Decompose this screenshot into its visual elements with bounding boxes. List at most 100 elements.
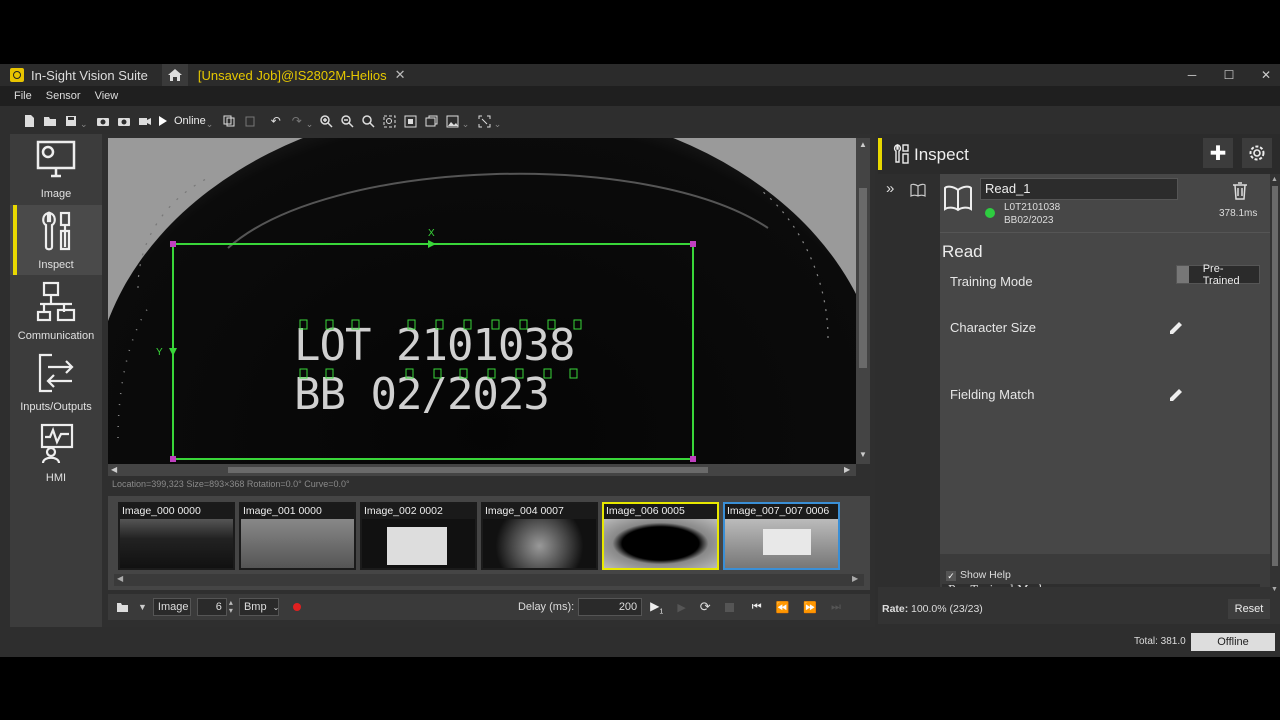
filmstrip-thumbnail-selected[interactable]: Image_006 0005 xyxy=(602,502,719,570)
menu-sensor[interactable]: Sensor xyxy=(46,90,81,102)
thumbnail-label: Image_002 0002 xyxy=(362,504,475,519)
snapshot-icon[interactable] xyxy=(94,112,112,130)
tools-icon xyxy=(893,144,909,164)
tool-name-input[interactable]: Read_1 xyxy=(980,178,1178,200)
viewer-vertical-scrollbar[interactable]: ▲ ▼ xyxy=(856,138,870,464)
close-window-button[interactable]: ✕ xyxy=(1248,64,1280,86)
roi-handle[interactable] xyxy=(690,241,696,247)
image-index-field[interactable]: 6 xyxy=(196,598,227,616)
nav-inspect[interactable]: Inspect xyxy=(10,205,102,275)
menu-view[interactable]: View xyxy=(95,90,119,102)
save-job-icon[interactable] xyxy=(62,112,80,130)
nav-inputs-outputs-label: Inputs/Outputs xyxy=(20,401,92,413)
nav-inputs-outputs[interactable]: Inputs/Outputs xyxy=(10,347,102,417)
thumbnail-label: Image_006 0005 xyxy=(604,504,717,519)
filmstrip-scrollbar[interactable]: ◀ ▶ xyxy=(114,574,864,586)
status-ok-icon xyxy=(985,208,995,218)
show-help-checkbox[interactable]: ✓ xyxy=(946,571,956,581)
nav-communication-label: Communication xyxy=(17,330,95,342)
stop-icon[interactable] xyxy=(724,602,734,612)
app-title: In-Sight Vision Suite xyxy=(31,67,148,83)
toolbar-overflow-icon[interactable]: ⌄ xyxy=(206,112,214,130)
filmstrip-thumbnail[interactable]: Image_000 0000 xyxy=(118,502,235,570)
index-stepper-icon[interactable]: ▴ ▾ xyxy=(229,599,233,615)
zoom-fit-icon[interactable] xyxy=(381,112,399,130)
image-viewer[interactable]: X Y LOT 2101038 BB 02/2023 xyxy=(108,138,856,464)
toolbar-overflow-icon[interactable]: ⌄ xyxy=(462,112,470,130)
play-once-icon[interactable]: ▶1 xyxy=(650,599,663,615)
loop-icon[interactable]: ⟳ xyxy=(700,599,711,615)
training-mode-label: Training Mode xyxy=(950,274,1033,289)
image-source-field[interactable]: Image xyxy=(152,598,191,616)
open-job-icon[interactable] xyxy=(41,112,59,130)
new-job-icon[interactable] xyxy=(20,112,38,130)
zoom-out-icon[interactable] xyxy=(339,112,357,130)
book-icon[interactable] xyxy=(910,183,926,197)
format-select[interactable]: Bmp ⌄ xyxy=(238,598,279,616)
toolbar-overflow-icon[interactable]: ⌄ xyxy=(80,112,88,130)
execution-time: 378.1ms xyxy=(1219,208,1258,219)
select-region-icon[interactable] xyxy=(476,112,494,130)
close-tab-icon[interactable]: ✕ xyxy=(395,67,406,83)
trash-icon[interactable] xyxy=(1232,182,1248,200)
section-title-read: Read xyxy=(942,242,983,261)
redo-icon[interactable]: ↷ xyxy=(288,112,306,130)
gear-icon xyxy=(1249,145,1265,161)
app-window: In-Sight Vision Suite [Unsaved Job]@IS28… xyxy=(0,64,1280,657)
minimize-button[interactable]: ─ xyxy=(1174,64,1210,86)
roi-x-axis-label: X xyxy=(428,228,435,239)
fast-forward-icon[interactable]: ⏩ xyxy=(803,601,817,614)
nav-image[interactable]: Image xyxy=(10,134,102,204)
image-mode-icon[interactable] xyxy=(423,112,441,130)
viewer-horizontal-scrollbar[interactable]: ◀ ▶ xyxy=(108,464,856,476)
video-camera-icon[interactable] xyxy=(136,112,154,130)
settings-button[interactable] xyxy=(1242,138,1272,168)
delay-input[interactable]: 200 xyxy=(578,598,643,616)
result-line-2: BB02/2023 xyxy=(1004,215,1054,226)
rewind-icon[interactable]: ⏪ xyxy=(776,601,790,614)
image-workspace: X Y LOT 2101038 BB 02/2023 ▲ ▼ ◀ ▶ Locat… xyxy=(102,134,875,627)
skip-first-icon[interactable]: ⏮ xyxy=(752,601,762,614)
edit-pencil-icon[interactable] xyxy=(1168,320,1184,336)
fit-window-icon[interactable] xyxy=(402,112,420,130)
toolbar-overflow-icon[interactable]: ⌄ xyxy=(306,112,314,130)
play-icon[interactable]: ▶ xyxy=(677,601,685,614)
training-mode-toggle[interactable]: Pre-Trained xyxy=(1176,263,1260,287)
skip-last-icon[interactable]: ⏭ xyxy=(831,601,841,614)
filmstrip-thumbnail[interactable]: Image_002 0002 xyxy=(360,502,477,570)
add-tool-button[interactable]: ✚ xyxy=(1203,138,1233,168)
nav-communication[interactable]: Communication xyxy=(10,276,102,346)
zoom-reset-icon[interactable] xyxy=(360,112,378,130)
reset-button[interactable]: Reset xyxy=(1228,599,1270,619)
inspect-sidebar: » xyxy=(878,174,940,624)
paste-icon[interactable] xyxy=(241,112,259,130)
nav-hmi[interactable]: HMI xyxy=(10,418,102,488)
record-icon[interactable] xyxy=(292,603,301,611)
maximize-button[interactable]: ☐ xyxy=(1211,64,1247,86)
folder-icon[interactable] xyxy=(116,602,130,613)
undo-icon[interactable]: ↶ xyxy=(267,112,285,130)
trigger-camera-icon[interactable] xyxy=(115,112,133,130)
roi-handle[interactable] xyxy=(690,456,696,462)
filmstrip-thumbnail[interactable]: Image_001 0000 xyxy=(239,502,356,570)
inspect-scrollbar[interactable]: ▲ ▼ xyxy=(1270,174,1280,624)
home-button[interactable] xyxy=(161,64,188,86)
inspect-title: Inspect xyxy=(914,145,969,164)
edit-pencil-icon[interactable] xyxy=(1168,387,1184,403)
roi-handle[interactable] xyxy=(170,456,176,462)
image-icon[interactable] xyxy=(444,112,462,130)
roi-handle[interactable] xyxy=(170,241,176,247)
total-time: Total: 381.0 xyxy=(1134,636,1186,647)
zoom-in-icon[interactable] xyxy=(318,112,336,130)
menu-file[interactable]: File xyxy=(14,90,32,102)
filmstrip-thumbnail-current[interactable]: Image_007_007 0006 xyxy=(723,502,840,570)
filmstrip-thumbnail[interactable]: Image_004 0007 xyxy=(481,502,598,570)
expand-icon[interactable]: » xyxy=(886,180,894,197)
playback-controls: ▼ Image 6 ▴ ▾ Bmp ⌄ Delay (ms): 200 ▶1 ▶ ⟳… xyxy=(108,594,870,620)
toolbar-overflow-icon[interactable]: ⌄ xyxy=(494,112,502,130)
read-tool-book-icon xyxy=(944,185,972,212)
online-button[interactable]: Online xyxy=(158,115,206,127)
copy-icon[interactable] xyxy=(220,112,238,130)
job-tab[interactable]: [Unsaved Job]@IS2802M-Helios xyxy=(198,68,387,83)
source-dropdown-icon[interactable]: ▼ xyxy=(138,602,147,612)
